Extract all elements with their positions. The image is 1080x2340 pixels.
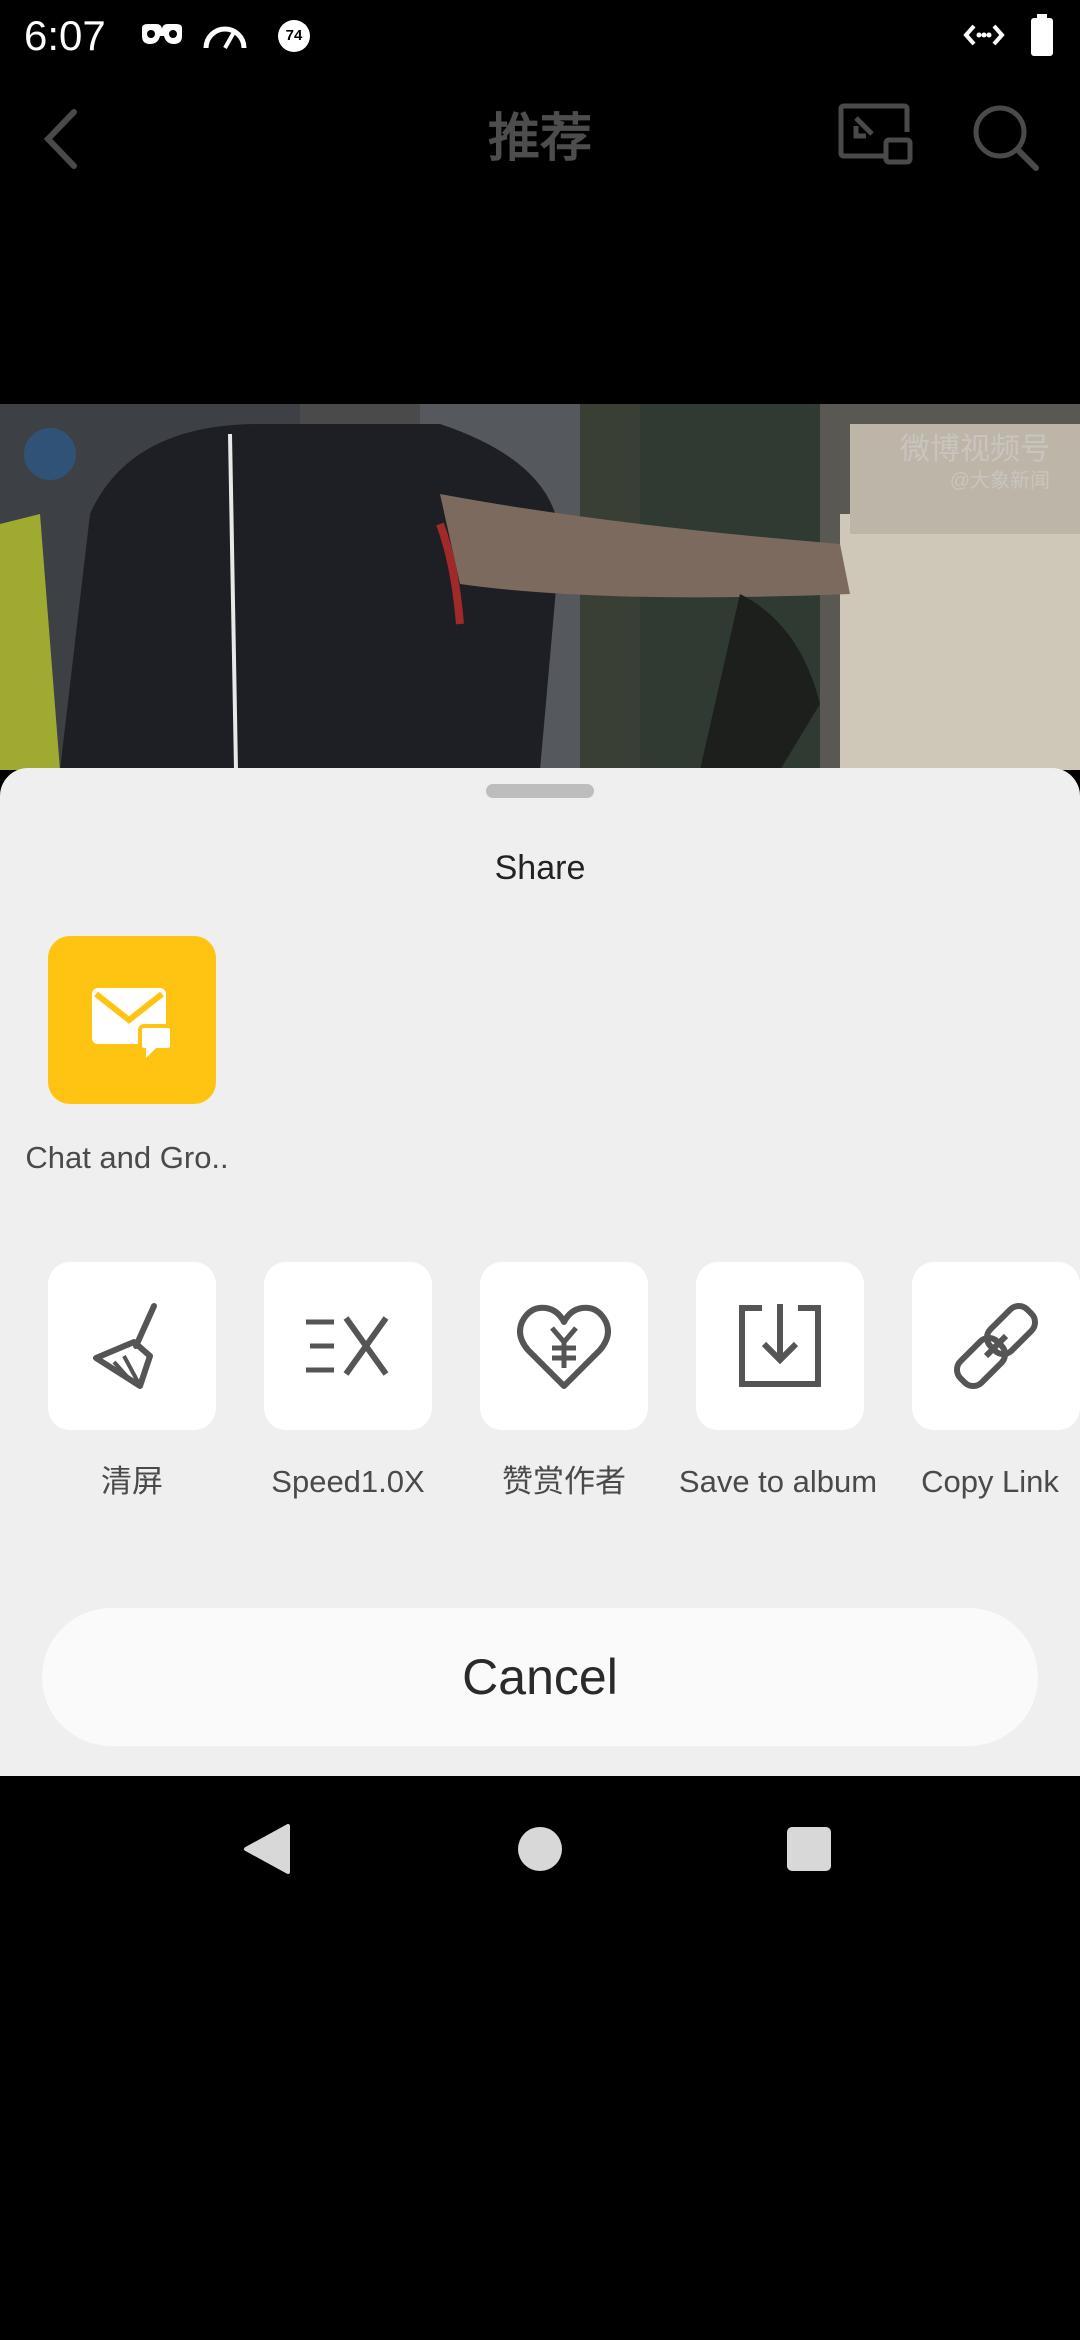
speed-button[interactable] <box>264 1262 432 1430</box>
search-button[interactable] <box>970 102 1040 177</box>
watermark-sub: @大象新闻 <box>949 470 1050 492</box>
incognito-icon <box>140 20 184 55</box>
save-to-album-label: Save to album <box>678 1464 878 1499</box>
battery-icon <box>1030 14 1054 61</box>
tip-author-label: 赞赏作者 <box>502 1464 626 1499</box>
video-watermark: 微博视频号 @大象新闻 <box>900 432 1050 494</box>
broom-icon <box>93 1303 157 1389</box>
copy-link-label: Copy Link <box>921 1464 1059 1499</box>
cancel-button[interactable]: Cancel <box>42 1608 1038 1746</box>
page-title: 推荐 <box>487 110 592 168</box>
chat-and-groups-label: Chat and Gro.. <box>25 1140 229 1175</box>
share-sheet: Share Chat and Gro.. 清屏 Speed1.0X 赞赏作者 S… <box>0 768 1080 1776</box>
back-triangle-icon <box>244 1824 290 1874</box>
status-bar: 6:07 74 <box>0 0 1080 72</box>
link-icon <box>953 1302 1039 1390</box>
clear-screen-button[interactable] <box>48 1262 216 1430</box>
save-to-album-button[interactable] <box>696 1262 864 1430</box>
clear-screen-label: 清屏 <box>101 1464 163 1499</box>
download-icon <box>739 1304 821 1387</box>
drag-handle[interactable] <box>486 784 594 798</box>
home-circle-icon <box>518 1827 562 1871</box>
mail-chat-icon <box>92 988 174 1058</box>
heart-yen-icon <box>517 1304 611 1389</box>
speedometer-icon <box>202 18 248 57</box>
nav-recents-button[interactable] <box>786 1826 832 1877</box>
copy-link-button[interactable] <box>912 1262 1080 1430</box>
data-transfer-icon <box>962 20 1006 55</box>
video-player[interactable]: 微博视频号 @大象新闻 <box>0 404 1080 770</box>
speed-label: Speed1.0X <box>271 1464 425 1499</box>
picture-in-picture-icon <box>838 103 913 165</box>
system-nav-bar <box>0 1776 1080 1920</box>
recents-square-icon <box>787 1827 831 1871</box>
share-sheet-title: Share <box>494 849 586 887</box>
status-badge-count: 74 <box>285 27 303 44</box>
badge-icon: 74 <box>276 18 312 59</box>
speed-icon <box>306 1316 389 1376</box>
chat-and-groups-button[interactable] <box>48 936 216 1104</box>
picture-in-picture-button[interactable] <box>838 102 914 173</box>
status-time: 6:07 <box>24 12 106 59</box>
nav-home-button[interactable] <box>517 1826 563 1877</box>
search-icon <box>973 105 1039 171</box>
nav-back-button[interactable] <box>240 1822 292 1881</box>
tip-author-button[interactable] <box>480 1262 648 1430</box>
watermark-main: 微博视频号 <box>900 433 1050 466</box>
app-header: 推荐 <box>0 72 1080 202</box>
